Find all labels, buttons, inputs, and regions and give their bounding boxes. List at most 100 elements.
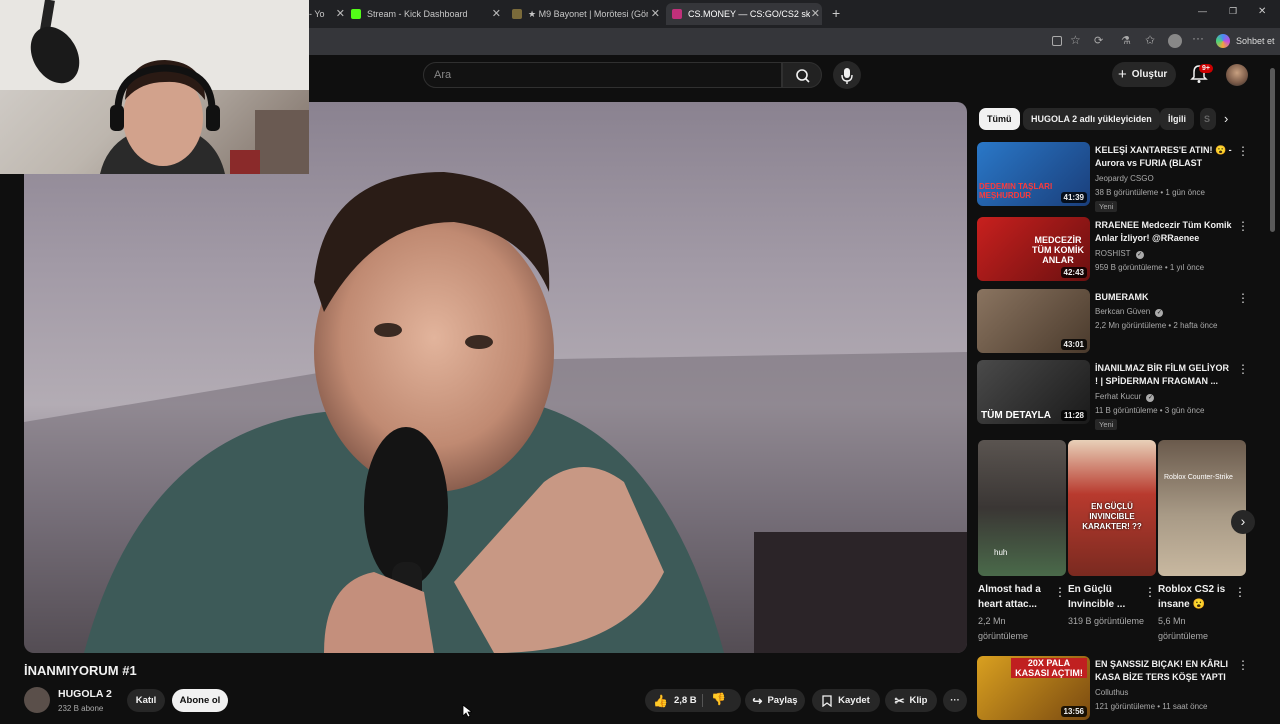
clip-label: Klip bbox=[909, 695, 928, 706]
short-thumbnail[interactable]: Roblox Counter-Strike bbox=[1158, 440, 1246, 576]
video-thumbnail[interactable]: 20X PALA KASASI AÇTIM! 13:56 bbox=[977, 656, 1090, 720]
channel-name[interactable]: Jeopardy CSGO bbox=[1095, 174, 1154, 183]
video-thumbnail[interactable]: TÜM DETAYLA 11:28 bbox=[977, 360, 1090, 424]
short-item[interactable]: EN GÜÇLÜ INVINCIBLE KARAKTER! ?? En Güçl… bbox=[1068, 440, 1156, 640]
short-views: 2,2 Mn görüntüleme bbox=[978, 616, 1029, 641]
more-menu-icon[interactable]: ··· bbox=[1192, 31, 1204, 45]
video-title-link[interactable]: RRAENEE Medcezir Tüm Komik Anlar İzliyor… bbox=[1095, 219, 1233, 245]
thumbs-up-icon[interactable]: 👍 bbox=[653, 694, 668, 708]
chip-from-uploader[interactable]: HUGOLA 2 adlı yükleyiciden bbox=[1023, 108, 1160, 130]
share-button[interactable]: ↪ Paylaş bbox=[745, 689, 805, 712]
streamer-webcam bbox=[0, 0, 309, 174]
video-title-link[interactable]: İNANILMAZ BİR FİLM GELİYOR ! | SPİDERMAN… bbox=[1095, 362, 1233, 388]
short-title[interactable]: Roblox CS2 is insane 😮 bbox=[1158, 582, 1233, 612]
create-button[interactable]: + Oluştur bbox=[1112, 62, 1176, 87]
browser-tab-bayonet[interactable]: ★ M9 Bayonet | Morötesi (Göreve ✕ bbox=[508, 3, 662, 25]
mouse-cursor-icon bbox=[462, 704, 472, 718]
clip-button[interactable]: ✂ Klip bbox=[885, 689, 937, 712]
channel-name[interactable]: Berkcan Güven ✓ bbox=[1095, 307, 1164, 317]
account-avatar[interactable] bbox=[1226, 64, 1248, 86]
flask-icon[interactable]: ⚗ bbox=[1121, 34, 1131, 47]
kebab-menu-icon[interactable]: ⋮ bbox=[1054, 585, 1066, 599]
chevron-right-icon[interactable]: › bbox=[1224, 111, 1228, 126]
thumbnail-overlay-text: Roblox Counter-Strike bbox=[1164, 474, 1233, 481]
kebab-menu-icon[interactable]: ⋮ bbox=[1234, 585, 1246, 599]
browser-tab-csmoney[interactable]: CS.MONEY — CS:GO/CS2 skinlerin ✕ bbox=[666, 3, 822, 25]
kebab-menu-icon[interactable]: ⋮ bbox=[1237, 219, 1249, 233]
shorts-next-button[interactable]: › bbox=[1231, 510, 1255, 534]
subscribe-button[interactable]: Abone ol bbox=[172, 689, 228, 712]
channel-name[interactable]: HUGOLA 2 bbox=[58, 688, 112, 700]
channel-name[interactable]: Colluthus bbox=[1095, 688, 1128, 697]
recommendation-item[interactable]: DEDEMIN TAŞLARI MEŞHURDUR 41:39 KELEŞİ X… bbox=[977, 142, 1249, 212]
channel-name[interactable]: Ferhat Kucur ✓ bbox=[1095, 392, 1155, 402]
kebab-menu-icon[interactable]: ⋮ bbox=[1144, 585, 1156, 599]
channel-name[interactable]: ROSHIST ✓ bbox=[1095, 249, 1144, 259]
close-tab-icon[interactable]: ✕ bbox=[492, 7, 501, 20]
video-meta: 121 görüntüleme • 11 saat önce bbox=[1095, 702, 1208, 711]
copilot-chat-label[interactable]: Sohbet et bbox=[1236, 36, 1275, 46]
favorite-star-icon[interactable]: ☆ bbox=[1070, 33, 1081, 47]
more-actions-button[interactable]: ··· bbox=[943, 689, 967, 712]
short-title[interactable]: Almost had a heart attac... bbox=[978, 582, 1053, 612]
channel-avatar[interactable] bbox=[24, 687, 50, 713]
chip-related[interactable]: İlgili bbox=[1160, 108, 1194, 130]
thumbnail-text: DEDEMIN TAŞLARI MEŞHURDUR bbox=[979, 182, 1053, 200]
recommendation-item[interactable]: TÜM DETAYLA 11:28 İNANILMAZ BİR FİLM GEL… bbox=[977, 360, 1249, 430]
copilot-icon[interactable] bbox=[1216, 34, 1230, 48]
short-item[interactable]: Roblox Counter-Strike Roblox CS2 is insa… bbox=[1158, 440, 1246, 641]
short-title[interactable]: En Güçlü Invincible ... bbox=[1068, 582, 1143, 612]
maximize-button[interactable]: ❐ bbox=[1229, 6, 1237, 17]
video-title-link[interactable]: BUMERAMK bbox=[1095, 291, 1233, 304]
chip-partial[interactable]: S bbox=[1200, 108, 1216, 130]
video-title-link[interactable]: KELEŞİ XANTARES'E ATIN! 😮 - Aurora vs FU… bbox=[1095, 144, 1233, 171]
verified-check-icon: ✓ bbox=[1135, 251, 1144, 259]
collections-icon[interactable]: ✩ bbox=[1145, 33, 1155, 47]
video-frame bbox=[24, 172, 967, 653]
browser-tab-youtube[interactable]: - Yo ✕ bbox=[309, 3, 345, 25]
extension-icon[interactable]: ⟳ bbox=[1094, 34, 1103, 47]
thumbs-down-icon[interactable]: 👎 bbox=[711, 692, 726, 706]
close-tab-icon[interactable]: ✕ bbox=[336, 7, 345, 20]
profile-avatar[interactable] bbox=[1168, 34, 1182, 48]
create-label: Oluştur bbox=[1131, 69, 1168, 80]
short-thumbnail[interactable]: EN GÜÇLÜ INVINCIBLE KARAKTER! ?? bbox=[1068, 440, 1156, 576]
join-button[interactable]: Katıl bbox=[127, 689, 165, 712]
close-tab-icon[interactable]: ✕ bbox=[651, 7, 660, 20]
close-tab-icon[interactable]: ✕ bbox=[811, 7, 820, 20]
browser-tab-kick[interactable]: Stream - Kick Dashboard ✕ bbox=[347, 3, 503, 25]
chip-all[interactable]: Tümü bbox=[979, 108, 1020, 130]
kebab-menu-icon[interactable]: ⋮ bbox=[1237, 658, 1249, 672]
minimize-button[interactable]: — bbox=[1198, 6, 1207, 16]
recommendation-item[interactable]: 43:01 BUMERAMK Berkcan Güven ✓ 2,2 Mn gö… bbox=[977, 289, 1249, 357]
video-player[interactable] bbox=[24, 102, 967, 653]
save-button[interactable]: Kaydet bbox=[812, 689, 880, 712]
like-count[interactable]: 2,8 B bbox=[674, 695, 697, 706]
csmoney-favicon-icon bbox=[672, 9, 682, 19]
recommendation-item[interactable]: 20X PALA KASASI AÇTIM! 13:56 EN ŞANSSIZ … bbox=[977, 656, 1249, 724]
recommendation-item[interactable]: MEDCEZİR TÜM KOMİK ANLAR 42:43 RRAENEE M… bbox=[977, 217, 1249, 285]
video-thumbnail[interactable]: DEDEMIN TAŞLARI MEŞHURDUR 41:39 bbox=[977, 142, 1090, 206]
close-window-button[interactable]: ✕ bbox=[1258, 6, 1266, 17]
new-badge: Yeni bbox=[1095, 419, 1118, 430]
page-scrollbar[interactable] bbox=[1270, 68, 1275, 232]
search-input[interactable]: Ara bbox=[423, 62, 782, 88]
voice-search-button[interactable] bbox=[833, 61, 861, 89]
video-title-link[interactable]: EN ŞANSSIZ BIÇAK! EN KÂRLI KASA BİZE TER… bbox=[1095, 658, 1233, 685]
video-thumbnail[interactable]: MEDCEZİR TÜM KOMİK ANLAR 42:43 bbox=[977, 217, 1090, 281]
webcam-frame bbox=[0, 0, 309, 174]
new-tab-button[interactable]: + bbox=[832, 5, 840, 21]
kebab-menu-icon[interactable]: ⋮ bbox=[1237, 291, 1249, 305]
search-button[interactable] bbox=[782, 62, 822, 88]
kebab-menu-icon[interactable]: ⋮ bbox=[1237, 144, 1249, 158]
kebab-menu-icon[interactable]: ⋮ bbox=[1237, 362, 1249, 376]
short-thumbnail[interactable]: huh bbox=[978, 440, 1066, 576]
video-thumbnail[interactable]: 43:01 bbox=[977, 289, 1090, 353]
short-item[interactable]: huh Almost had a heart attac... 2,2 Mn g… bbox=[978, 440, 1066, 641]
video-duration: 42:43 bbox=[1060, 267, 1087, 278]
video-meta: 959 B görüntüleme • 1 yıl önce bbox=[1095, 263, 1205, 272]
thumbnail-text: TÜM DETAYLA bbox=[981, 410, 1051, 421]
microphone-icon bbox=[841, 68, 853, 84]
channel-name-text: ROSHIST bbox=[1095, 249, 1131, 258]
grid-icon[interactable] bbox=[1052, 36, 1062, 46]
